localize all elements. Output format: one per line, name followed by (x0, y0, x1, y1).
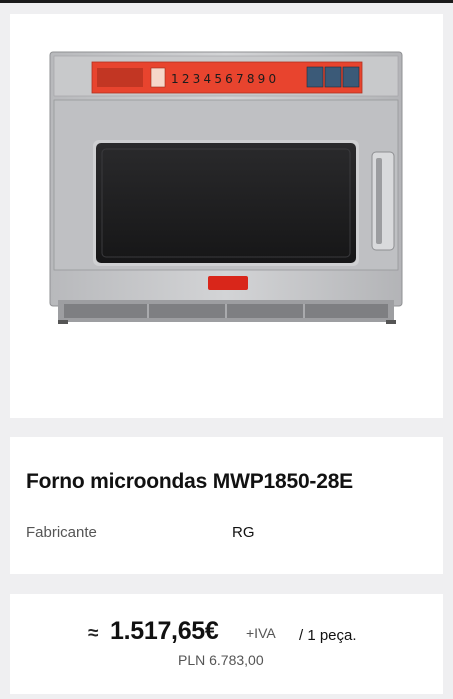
door-handle (371, 151, 395, 251)
approx-symbol: ≈ (88, 623, 99, 644)
spec-label-manufacturer: Fabricante (26, 524, 97, 541)
door-window (96, 143, 356, 263)
price-unit: / 1 peça. (299, 627, 357, 644)
price-card: ≈ 1.517,65€ +IVA / 1 peça. PLN 6.783,00 (10, 594, 443, 694)
product-title: Forno microondas MWP1850-28E (26, 470, 353, 493)
top-bar (0, 0, 453, 3)
price-secondary-pln: PLN 6.783,00 (178, 652, 264, 668)
vat-label: +IVA (246, 625, 276, 641)
panel-digits: 1234567890 (171, 72, 279, 86)
product-info-card: Forno microondas MWP1850-28E Fabricante … (10, 437, 443, 574)
price-amount: 1.517,65€ (110, 617, 219, 645)
product-image: 1234567890 (49, 51, 403, 324)
product-image-card[interactable]: 1234567890 (10, 14, 443, 418)
brand-badge (208, 276, 248, 290)
spec-value-manufacturer: RG (232, 524, 255, 541)
